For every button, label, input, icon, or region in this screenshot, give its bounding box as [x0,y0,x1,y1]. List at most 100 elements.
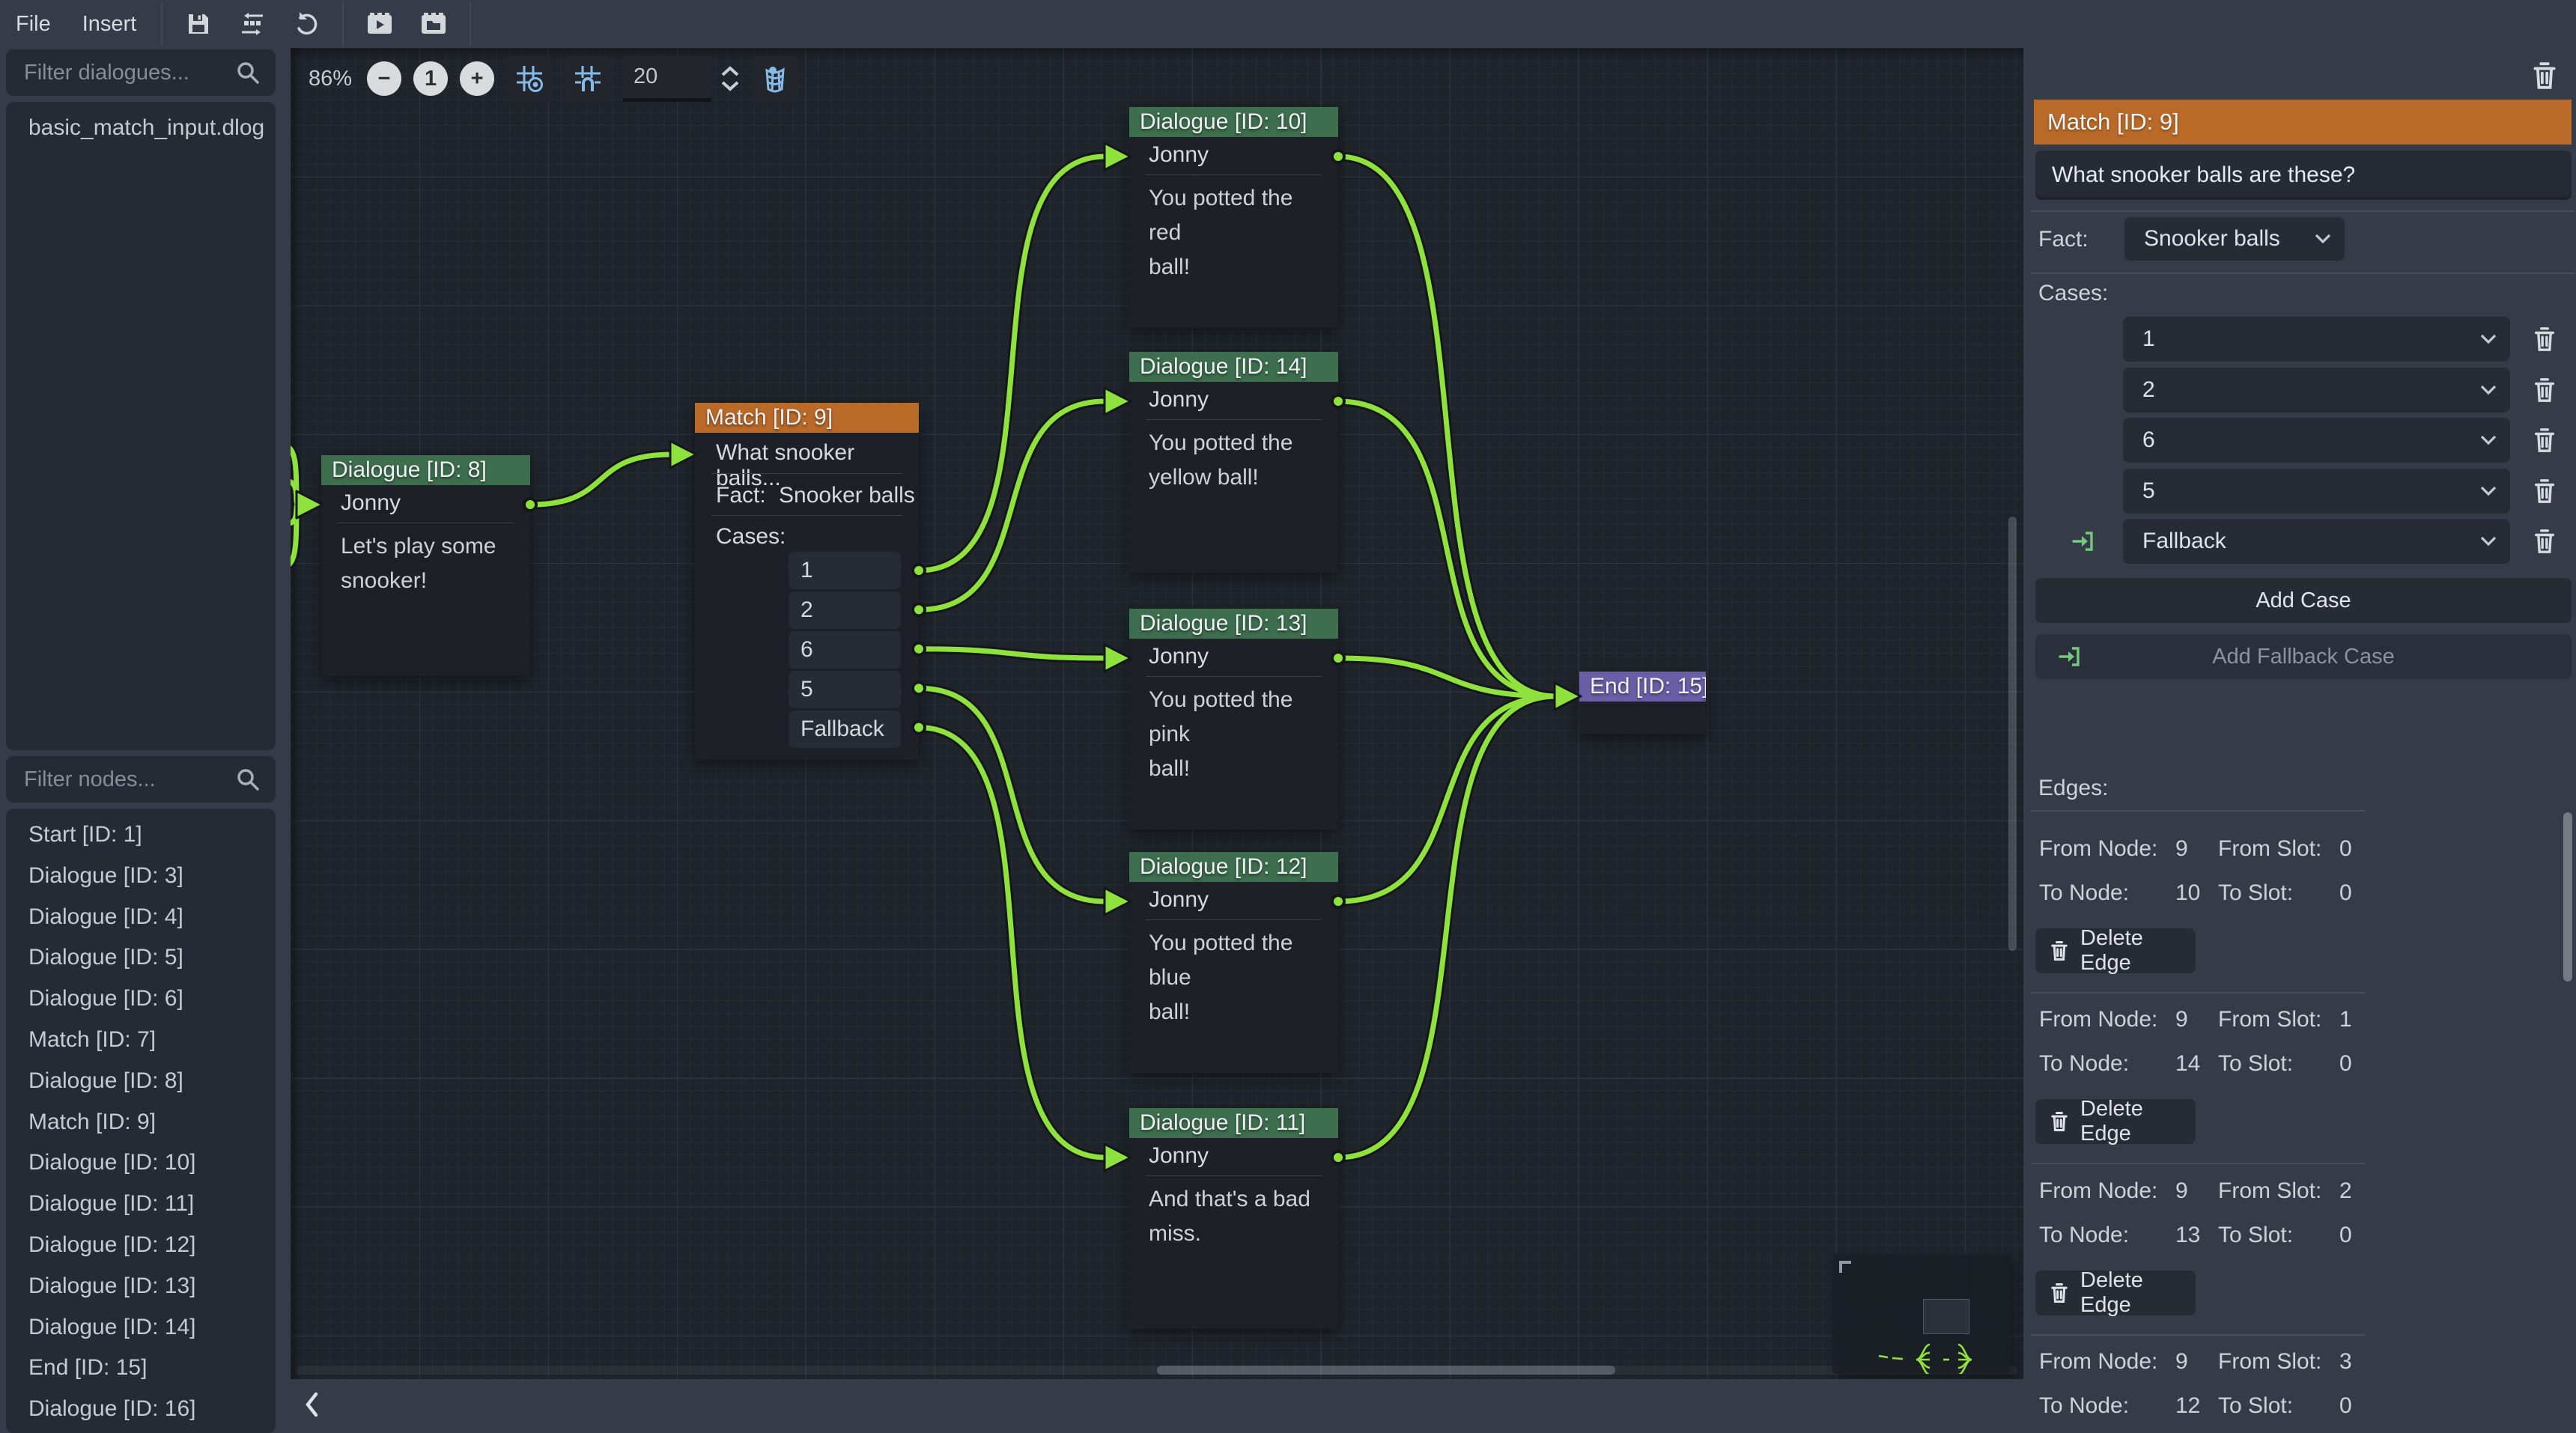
graph-node-title[interactable]: End [ID: 15] [1579,672,1706,702]
from-node-value: 9 [2175,1349,2188,1375]
to-slot-value: 0 [2339,1223,2352,1248]
snap-distance-toggle[interactable] [565,55,611,102]
divider [2031,992,2365,994]
graph-node-12[interactable]: Dialogue [ID: 12]JonnyYou potted the blu… [1129,852,1338,1073]
inspector-scrollbar[interactable] [2563,812,2572,982]
divider [2031,810,2365,812]
divider [1146,676,1322,677]
node-list-item[interactable]: Dialogue [ID: 8] [6,1061,276,1102]
fact-select[interactable]: Snooker balls [2124,217,2345,261]
delete-node-trash-icon[interactable] [2527,57,2563,94]
case-trash-icon[interactable] [2528,321,2561,357]
node-list-item[interactable]: Dialogue [ID: 16] [6,1389,276,1430]
node-list-item[interactable]: Dialogue [ID: 4] [6,897,276,938]
divider [711,515,902,516]
fact-label: Fact: [2038,227,2089,252]
sidebar-collapse-chevron[interactable] [294,1385,329,1424]
case-select[interactable]: 5 [2123,469,2510,514]
graph-node-14[interactable]: Dialogue [ID: 14]JonnyYou potted theyell… [1129,352,1338,573]
node-list-item[interactable]: Dialogue [ID: 6] [6,979,276,1020]
node-list-item[interactable]: Dialogue [ID: 12] [6,1225,276,1266]
node-filter-input[interactable] [6,767,235,792]
node-case-chip[interactable]: Fallback [789,711,901,748]
delete-edge-button[interactable]: Delete Edge [2035,1271,2196,1315]
node-list-item[interactable]: Dialogue [ID: 11] [6,1184,276,1225]
delete-edge-button[interactable]: Delete Edge [2035,1099,2196,1144]
trash-icon [2049,1282,2070,1304]
node-list-item[interactable]: Dialogue [ID: 14] [6,1307,276,1348]
dialogue-list-item[interactable]: basic_match_input.dlog [6,108,276,149]
to-slot-label: To Slot: [2218,880,2293,906]
add-case-button[interactable]: Add Case [2035,578,2572,623]
node-case-chip[interactable]: 5 [789,671,901,708]
minimap[interactable] [1832,1254,2011,1374]
zoom-out-button[interactable]: − [367,61,401,96]
case-select[interactable]: 1 [2123,317,2510,362]
node-list-item[interactable]: Dialogue [ID: 13] [6,1266,276,1307]
node-list-panel: Start [ID: 1]Dialogue [ID: 3]Dialogue [I… [6,809,276,1433]
to-node-label: To Node: [2039,880,2129,906]
node-list-item[interactable]: Dialogue [ID: 10] [6,1143,276,1184]
zoom-reset-button[interactable]: 1 [413,61,448,96]
edges-label: Edges: [2038,776,2108,801]
inspector-panel: Match [ID: 9] Fact: Snooker balls Cases:… [2029,48,2576,1433]
graph-node-title[interactable]: Dialogue [ID: 8] [321,455,530,485]
minimap-toggle[interactable] [752,55,798,102]
graph-node-9[interactable]: Match [ID: 9]What snooker balls...Fact:S… [695,403,919,760]
node-speaker: Jonny [341,490,401,516]
graph-node-15[interactable]: End [ID: 15] [1579,672,1706,734]
chevron-down-icon [2480,435,2497,445]
undo-icon[interactable] [286,4,326,44]
case-trash-icon[interactable] [2528,372,2561,408]
grid-snap-toggle[interactable] [506,55,553,102]
divider [711,473,902,474]
node-case-chip[interactable]: 1 [789,552,901,589]
node-list-item[interactable]: Dialogue [ID: 5] [6,937,276,979]
node-case-chip[interactable]: 6 [789,631,901,669]
node-list-item[interactable]: Match [ID: 7] [6,1020,276,1061]
graph-node-title[interactable]: Dialogue [ID: 11] [1129,1108,1338,1138]
node-list-item[interactable]: Dialogue [ID: 3] [6,856,276,897]
menu-file[interactable]: File [0,0,67,48]
node-list-item[interactable]: End [ID: 15] [6,1348,276,1389]
graph-node-title[interactable]: Dialogue [ID: 12] [1129,852,1338,882]
save-icon[interactable] [178,4,219,44]
to-slot-value: 0 [2339,1051,2352,1077]
minimap-viewport[interactable] [1923,1299,1969,1334]
graph-node-title[interactable]: Match [ID: 9] [695,403,919,433]
node-list-item[interactable]: Match [ID: 9] [6,1102,276,1143]
video-folder-icon[interactable] [413,4,454,44]
snap-step-spinner[interactable] [720,66,740,91]
graph-node-8[interactable]: Dialogue [ID: 8]JonnyLet's play somesnoo… [321,455,530,676]
case-trash-icon[interactable] [2528,523,2561,559]
menu-insert[interactable]: Insert [67,0,153,48]
canvas-vertical-scrollbar[interactable] [2008,517,2017,951]
divider [2031,210,2575,212]
divider [2031,1334,2365,1336]
node-list-item[interactable]: Start [ID: 1] [6,815,276,856]
graph-node-title[interactable]: Dialogue [ID: 10] [1129,107,1338,137]
graph-node-11[interactable]: Dialogue [ID: 11]JonnyAnd that's a badmi… [1129,1108,1338,1329]
graph-canvas[interactable]: 86% − 1 + 20 Dialogue [ID: 8]JonnyLet's … [291,48,2023,1379]
video-play-icon[interactable] [359,4,400,44]
zoom-in-button[interactable]: + [460,61,494,96]
canvas-horizontal-scrollbar[interactable] [1157,1366,1615,1375]
delete-edge-button[interactable]: Delete Edge [2035,928,2196,973]
snap-step-field[interactable]: 20 [623,55,711,102]
case-trash-icon[interactable] [2528,473,2561,509]
from-slot-value: 2 [2339,1178,2352,1204]
question-input[interactable] [2035,162,2572,188]
case-select[interactable]: Fallback [2123,519,2510,564]
case-select[interactable]: 6 [2123,418,2510,463]
dialogue-filter-input[interactable] [6,61,235,85]
reorder-nodes-icon[interactable] [232,4,273,44]
graph-node-10[interactable]: Dialogue [ID: 10]JonnyYou potted the red… [1129,107,1338,328]
case-trash-icon[interactable] [2528,422,2561,458]
from-node-label: From Node: [2039,836,2157,862]
graph-node-title[interactable]: Dialogue [ID: 13] [1129,609,1338,639]
node-case-chip[interactable]: 2 [789,591,901,629]
case-select[interactable]: 2 [2123,368,2510,413]
graph-node-13[interactable]: Dialogue [ID: 13]JonnyYou potted the pin… [1129,609,1338,830]
graph-node-title[interactable]: Dialogue [ID: 14] [1129,352,1338,382]
add-fallback-case-button[interactable]: Add Fallback Case [2035,634,2572,679]
